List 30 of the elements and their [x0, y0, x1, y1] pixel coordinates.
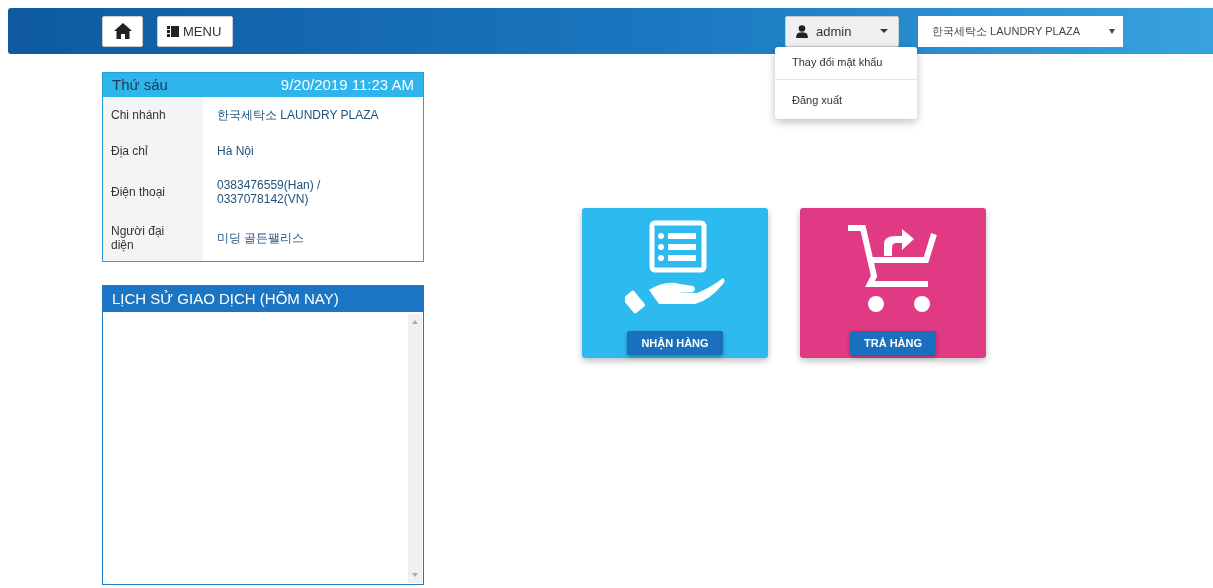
day-label: Thứ sáu: [112, 76, 168, 93]
scrollbar[interactable]: [408, 314, 422, 583]
home-icon: [113, 23, 132, 39]
function-tile[interactable]: TRẢ HÀNG: [800, 208, 986, 358]
menu-button[interactable]: MENU: [157, 15, 233, 47]
function-tile[interactable]: NHẬN HÀNG: [582, 208, 768, 358]
info-value: 미딩 골든팰리스: [216, 229, 306, 247]
scroll-up-icon[interactable]: [412, 320, 418, 324]
branch-select[interactable]: 한국세탁소 LAUNDRY PLAZA: [918, 15, 1123, 47]
home-button[interactable]: [102, 15, 143, 47]
menu-item[interactable]: Thay đổi mật khẩu: [775, 50, 917, 77]
tile-button[interactable]: TRẢ HÀNG: [849, 331, 937, 355]
user-menu-button[interactable]: admin: [785, 15, 899, 47]
caret-icon: [880, 29, 888, 33]
info-label: Điện thoại: [103, 169, 203, 215]
info-value: 한국세탁소 LAUNDRY PLAZA: [216, 106, 380, 124]
list-icon: [167, 25, 179, 37]
hand-list-icon: [625, 220, 725, 315]
info-label: Địa chỉ: [103, 133, 203, 169]
menu-item[interactable]: Đăng xuất: [775, 88, 917, 115]
datetime-label: 9/20/2019 11:23 AM: [280, 76, 414, 93]
info-value: Hà Nội: [216, 143, 255, 160]
user-icon: [796, 24, 808, 38]
caret-icon: [1109, 28, 1115, 34]
info-label: Người đại diện: [103, 215, 203, 261]
info-value: 0383476559(Han) / 0337078142(VN): [216, 177, 322, 208]
info-label: Chi nhánh: [103, 97, 203, 133]
tile-button[interactable]: NHẬN HÀNG: [627, 331, 723, 355]
scroll-down-icon[interactable]: [412, 573, 418, 577]
panel-title: LỊCH SỬ GIAO DỊCH (HÔM NAY): [103, 286, 423, 312]
